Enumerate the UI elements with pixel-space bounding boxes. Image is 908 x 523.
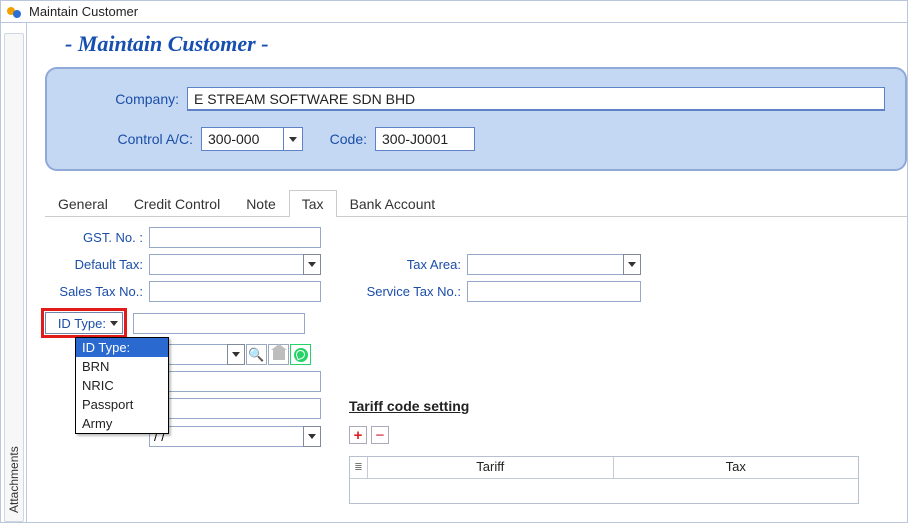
default-tax-combo[interactable]	[149, 254, 321, 275]
grid-corner-icon[interactable]: ≣	[350, 457, 368, 478]
sales-tax-no-label: Sales Tax No.:	[47, 284, 149, 299]
company-label: Company:	[107, 91, 179, 107]
tax-area-label: Tax Area:	[349, 257, 467, 272]
tax-col-header[interactable]: Tax	[614, 457, 859, 478]
chevron-down-icon	[110, 321, 118, 326]
attachments-tab[interactable]: Attachments	[4, 33, 24, 522]
home-button[interactable]	[268, 344, 289, 365]
tariff-grid-header: ≣ Tariff Tax	[350, 457, 858, 479]
default-tax-dropdown-button[interactable]	[303, 254, 321, 275]
service-tax-no-input[interactable]	[467, 281, 641, 302]
control-ac-label: Control A/C:	[107, 131, 193, 147]
id-type-option-idtype[interactable]: ID Type:	[76, 338, 168, 357]
tax-form: GST. No. : Default Tax: Tax Area: Sales …	[45, 217, 907, 514]
id-type-option-passport[interactable]: Passport	[76, 395, 168, 414]
date-combo[interactable]	[149, 426, 321, 447]
lookup-dropdown-button[interactable]	[227, 344, 245, 365]
control-ac-dropdown-button[interactable]	[283, 127, 303, 151]
date-dropdown-button[interactable]	[303, 426, 321, 447]
id-type-option-brn[interactable]: BRN	[76, 357, 168, 376]
default-tax-input[interactable]	[149, 254, 303, 275]
chevron-down-icon	[308, 262, 316, 267]
code-input[interactable]	[375, 127, 475, 151]
chevron-down-icon	[308, 434, 316, 439]
tax-area-combo[interactable]	[467, 254, 641, 275]
id-type-option-army[interactable]: Army	[76, 414, 168, 433]
control-ac-input[interactable]	[201, 127, 283, 151]
id-type-value-input[interactable]	[133, 313, 305, 334]
tab-note[interactable]: Note	[233, 190, 289, 217]
extra-input-2[interactable]	[149, 398, 321, 419]
chevron-down-icon	[628, 262, 636, 267]
id-type-option-nric[interactable]: NRIC	[76, 376, 168, 395]
tab-tax[interactable]: Tax	[289, 190, 337, 217]
service-tax-no-label: Service Tax No.:	[349, 284, 467, 299]
search-icon: 🔍	[248, 348, 264, 361]
tariff-col-header[interactable]: Tariff	[368, 457, 614, 478]
date-input[interactable]	[149, 426, 303, 447]
id-type-combo-label: ID Type:	[58, 316, 106, 331]
tab-strip: General Credit Control Note Tax Bank Acc…	[45, 189, 907, 217]
side-tab-strip: Attachments	[1, 23, 27, 522]
app-icon	[7, 4, 23, 20]
page-heading: - Maintain Customer -	[65, 31, 907, 57]
chevron-down-icon	[232, 352, 240, 357]
whatsapp-icon	[294, 348, 308, 362]
home-icon	[273, 350, 285, 360]
id-type-dropdown-list[interactable]: ID Type: BRN NRIC Passport Army	[75, 337, 169, 434]
tariff-grid[interactable]: ≣ Tariff Tax	[349, 456, 859, 504]
title-bar: Maintain Customer	[1, 1, 907, 23]
id-type-combo[interactable]: ID Type:	[45, 312, 123, 334]
content-area: Attachments - Maintain Customer - Compan…	[1, 23, 907, 522]
tariff-heading: Tariff code setting	[349, 398, 905, 414]
tariff-toolbar: + −	[349, 426, 389, 444]
extra-input-1[interactable]	[149, 371, 321, 392]
company-input[interactable]	[187, 87, 885, 111]
gst-no-label: GST. No. :	[47, 230, 149, 245]
tab-bank-account[interactable]: Bank Account	[337, 190, 449, 217]
id-type-highlight: ID Type:	[41, 308, 127, 338]
chevron-down-icon	[289, 137, 297, 142]
default-tax-label: Default Tax:	[47, 257, 149, 272]
sales-tax-no-input[interactable]	[149, 281, 321, 302]
whatsapp-button[interactable]	[290, 344, 311, 365]
tax-area-dropdown-button[interactable]	[623, 254, 641, 275]
main-panel: - Maintain Customer - Company: Control A…	[27, 23, 907, 522]
tax-area-input[interactable]	[467, 254, 623, 275]
company-group: Company: Control A/C: Code:	[45, 67, 907, 171]
search-button[interactable]: 🔍	[246, 344, 267, 365]
tab-credit-control[interactable]: Credit Control	[121, 190, 233, 217]
window-title: Maintain Customer	[29, 4, 138, 19]
code-label: Code:	[321, 131, 367, 147]
gst-no-input[interactable]	[149, 227, 321, 248]
control-ac-combo[interactable]	[201, 127, 303, 151]
tariff-add-button[interactable]: +	[349, 426, 367, 444]
tariff-remove-button[interactable]: −	[371, 426, 389, 444]
tab-general[interactable]: General	[45, 190, 121, 217]
